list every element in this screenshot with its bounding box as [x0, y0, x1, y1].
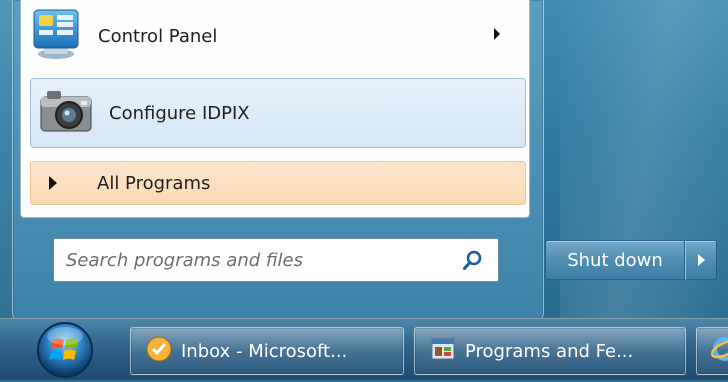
taskbar-button-internet-explorer[interactable]: [696, 327, 728, 375]
menu-item-configure-idpix[interactable]: Configure IDPIX: [30, 78, 526, 148]
menu-item-label: Configure IDPIX: [109, 102, 250, 124]
taskbar-button-label: Inbox - Microsoft...: [181, 340, 348, 362]
control-panel-icon: [30, 8, 82, 64]
ie-icon: [710, 335, 728, 368]
programs-features-icon: [429, 335, 457, 368]
arrow-right-icon: [49, 176, 57, 190]
outlook-icon: [145, 335, 173, 368]
menu-item-label: Control Panel: [98, 25, 218, 47]
search-field[interactable]: [53, 238, 499, 282]
all-programs-label: All Programs: [97, 172, 211, 194]
shutdown-group: Shut down: [545, 240, 717, 280]
taskbar-button-inbox[interactable]: Inbox - Microsoft...: [130, 327, 404, 375]
glass-reflection: [560, 0, 728, 330]
search-input[interactable]: [64, 248, 448, 272]
all-programs-button[interactable]: All Programs: [30, 161, 526, 205]
windows-logo-icon: [37, 322, 93, 378]
shutdown-button[interactable]: Shut down: [545, 240, 685, 280]
submenu-arrow-icon: [494, 28, 500, 40]
taskbar-button-label: Programs and Fe...: [465, 340, 634, 362]
arrow-right-icon: [697, 254, 705, 266]
taskbar-button-programs-features[interactable]: Programs and Fe...: [414, 327, 686, 375]
menu-item-control-panel[interactable]: Control Panel: [30, 6, 526, 66]
camera-icon: [37, 85, 95, 141]
start-button[interactable]: [26, 320, 104, 378]
search-icon[interactable]: [462, 249, 484, 271]
shutdown-options-button[interactable]: [685, 240, 717, 280]
